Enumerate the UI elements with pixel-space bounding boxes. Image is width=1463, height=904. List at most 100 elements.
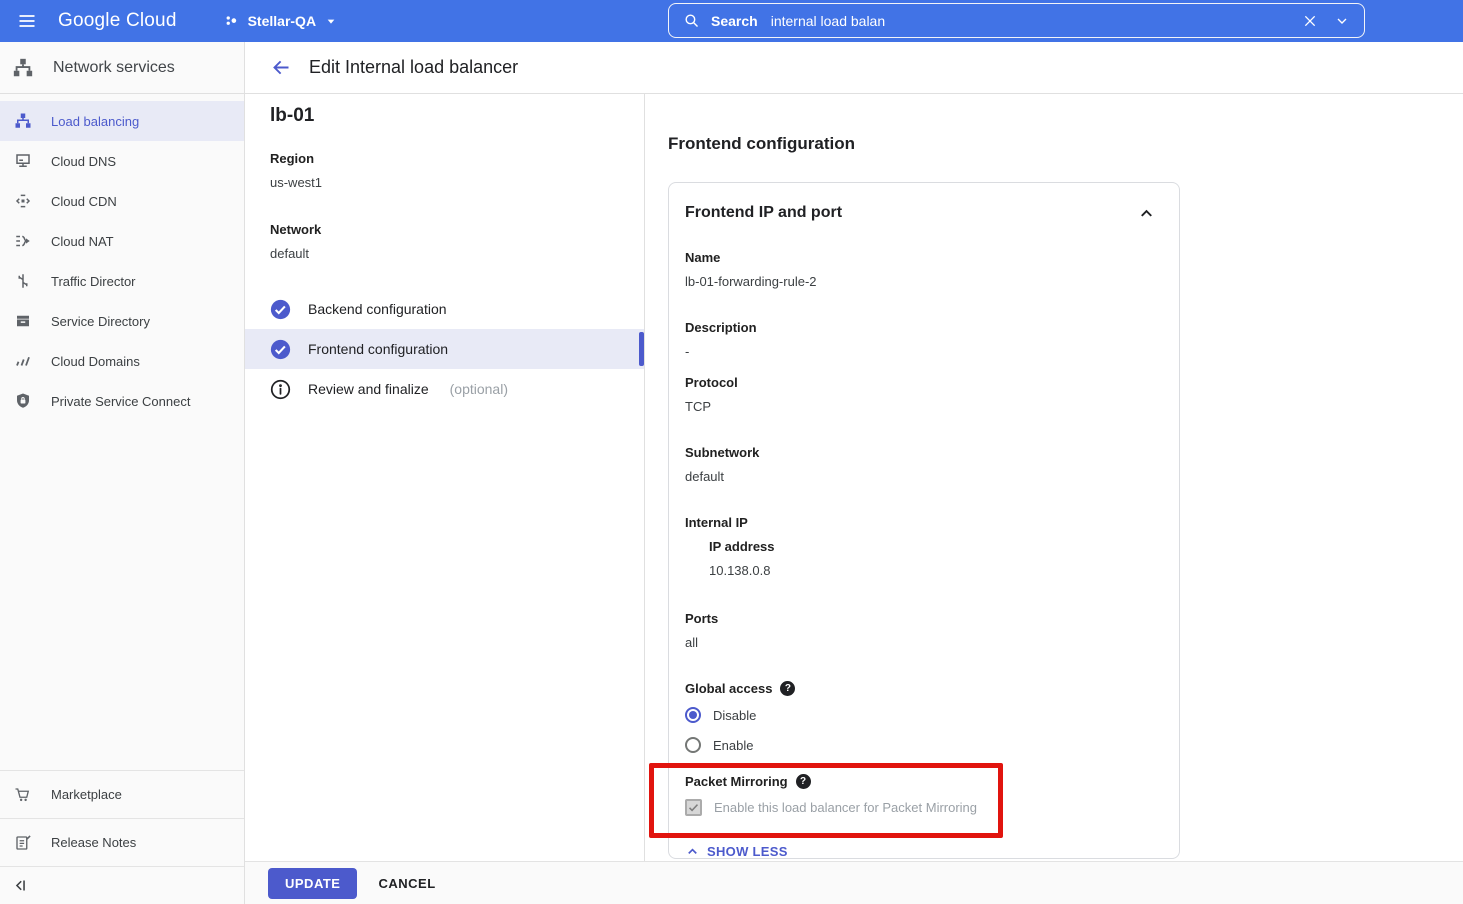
radio-label: Enable	[713, 738, 753, 753]
field-value: all	[685, 635, 1159, 650]
frontend-configuration-panel: Frontend configuration Frontend IP and p…	[645, 94, 1463, 861]
step-scroll-indicator[interactable]	[639, 332, 644, 366]
sidebar-item-private-service-connect[interactable]: Private Service Connect	[0, 381, 244, 421]
sidebar-nav: Load balancing Cloud DNS Cloud CDN	[0, 94, 244, 421]
field-label: Subnetwork	[685, 445, 1159, 460]
cancel-button[interactable]: CANCEL	[378, 876, 435, 891]
field-value: lb-01-forwarding-rule-2	[685, 274, 1159, 289]
frontend-ip-port-card: Frontend IP and port Name lb-01-forwardi…	[668, 182, 1180, 859]
subnetwork-field: Subnetwork default	[685, 445, 1159, 484]
step-frontend-configuration[interactable]: Frontend configuration	[245, 329, 644, 369]
step-info-icon	[270, 379, 291, 400]
sidebar-item-label: Release Notes	[51, 835, 136, 850]
field-label: Protocol	[685, 375, 1159, 390]
region-value: us-west1	[270, 175, 644, 190]
ports-field: Ports all	[685, 611, 1159, 650]
back-button[interactable]	[263, 50, 299, 86]
wizard-panel: lb-01 Region us-west1 Network default	[245, 94, 645, 861]
help-icon[interactable]: ?	[796, 774, 811, 789]
sidebar-item-label: Cloud DNS	[51, 154, 116, 169]
field-label: Ports	[685, 611, 1159, 626]
step-review-and-finalize[interactable]: Review and finalize (optional)	[245, 369, 644, 409]
show-less-button[interactable]: SHOW LESS	[685, 844, 1159, 859]
radio-option-disable[interactable]: Disable	[685, 704, 1159, 726]
menu-button[interactable]	[10, 4, 44, 38]
sidebar: Network services Load balancing Cloud DN…	[0, 42, 245, 904]
project-picker[interactable]: Stellar-QA	[223, 12, 339, 30]
collapse-section-button[interactable]	[1133, 200, 1159, 226]
sidebar-item-release-notes[interactable]: Release Notes	[0, 818, 244, 866]
google-cloud-logo: Google Cloud	[58, 10, 177, 32]
clear-search-icon[interactable]	[1302, 13, 1318, 29]
sidebar-item-cloud-dns[interactable]: Cloud DNS	[0, 141, 244, 181]
panel-heading: Frontend configuration	[668, 134, 1463, 154]
expand-search-icon[interactable]	[1334, 13, 1350, 29]
back-arrow-icon	[271, 57, 292, 78]
show-less-label: SHOW LESS	[707, 844, 788, 859]
search-query[interactable]: internal load balan	[771, 13, 1302, 29]
ip-address-label: IP address	[709, 539, 1159, 554]
field-label: Internal IP	[685, 515, 1159, 530]
search-bar[interactable]: Search internal load balan	[668, 3, 1365, 38]
step-backend-configuration[interactable]: Backend configuration	[245, 289, 644, 329]
private-service-connect-icon	[14, 392, 32, 410]
chevron-up-icon	[1137, 204, 1156, 223]
sidebar-item-load-balancing[interactable]: Load balancing	[0, 101, 244, 141]
internal-ip-field: Internal IP IP address 10.138.0.8	[685, 515, 1159, 578]
cloud-nat-icon	[14, 232, 32, 250]
ip-address-value: 10.138.0.8	[709, 563, 1159, 578]
sidebar-item-marketplace[interactable]: Marketplace	[0, 770, 244, 818]
page-header: Edit Internal load balancer	[245, 42, 1463, 94]
step-label: Backend configuration	[308, 301, 447, 317]
field-value: -	[685, 344, 1159, 359]
radio-label: Disable	[713, 708, 756, 723]
release-notes-icon	[14, 834, 32, 852]
radio-option-enable[interactable]: Enable	[685, 734, 1159, 756]
description-field: Description -	[685, 320, 1159, 359]
collapse-sidebar-button[interactable]	[0, 866, 244, 904]
region-field: Region us-west1	[270, 151, 644, 190]
traffic-director-icon	[14, 272, 32, 290]
step-label: Frontend configuration	[308, 341, 448, 357]
search-label: Search	[711, 13, 758, 29]
packet-mirroring-field: Packet Mirroring ? Enable this load bala…	[685, 774, 1159, 816]
cloud-dns-icon	[14, 152, 32, 170]
network-value: default	[270, 246, 644, 261]
sidebar-item-label: Marketplace	[51, 787, 122, 802]
packet-mirroring-checkbox-row[interactable]: Enable this load balancer for Packet Mir…	[685, 799, 1159, 816]
caret-down-icon	[323, 13, 339, 29]
field-label: Packet Mirroring	[685, 774, 788, 789]
cloud-cdn-icon	[14, 192, 32, 210]
sidebar-item-cloud-nat[interactable]: Cloud NAT	[0, 221, 244, 261]
top-app-bar: Google Cloud Stellar-QA Search internal …	[0, 0, 1463, 42]
sidebar-item-traffic-director[interactable]: Traffic Director	[0, 261, 244, 301]
service-directory-icon	[14, 312, 32, 330]
sidebar-bottom-nav: Marketplace Release Notes	[0, 770, 244, 866]
field-value: TCP	[685, 399, 1159, 414]
radio-selected-icon	[685, 707, 701, 723]
sidebar-item-cloud-cdn[interactable]: Cloud CDN	[0, 181, 244, 221]
search-icon	[683, 12, 700, 29]
sidebar-item-cloud-domains[interactable]: Cloud Domains	[0, 341, 244, 381]
radio-unselected-icon	[685, 737, 701, 753]
sidebar-item-label: Cloud CDN	[51, 194, 117, 209]
marketplace-icon	[14, 786, 32, 804]
network-services-icon	[12, 57, 34, 79]
content-area: Edit Internal load balancer lb-01 Region…	[245, 42, 1463, 904]
field-label: Description	[685, 320, 1159, 335]
page-title: Edit Internal load balancer	[309, 57, 518, 78]
step-complete-icon	[270, 299, 291, 320]
help-icon[interactable]: ?	[780, 681, 795, 696]
hamburger-icon	[17, 11, 37, 31]
project-name: Stellar-QA	[248, 13, 316, 29]
sidebar-item-label: Private Service Connect	[51, 394, 190, 409]
sidebar-item-label: Cloud NAT	[51, 234, 114, 249]
update-button[interactable]: UPDATE	[268, 868, 357, 899]
sidebar-item-label: Cloud Domains	[51, 354, 140, 369]
step-optional-label: (optional)	[450, 381, 508, 397]
name-field: Name lb-01-forwarding-rule-2	[685, 250, 1159, 289]
sidebar-item-label: Traffic Director	[51, 274, 136, 289]
sidebar-item-service-directory[interactable]: Service Directory	[0, 301, 244, 341]
global-access-field: Global access ? Disable Enable	[685, 681, 1159, 756]
collapse-sidebar-icon	[12, 877, 29, 894]
